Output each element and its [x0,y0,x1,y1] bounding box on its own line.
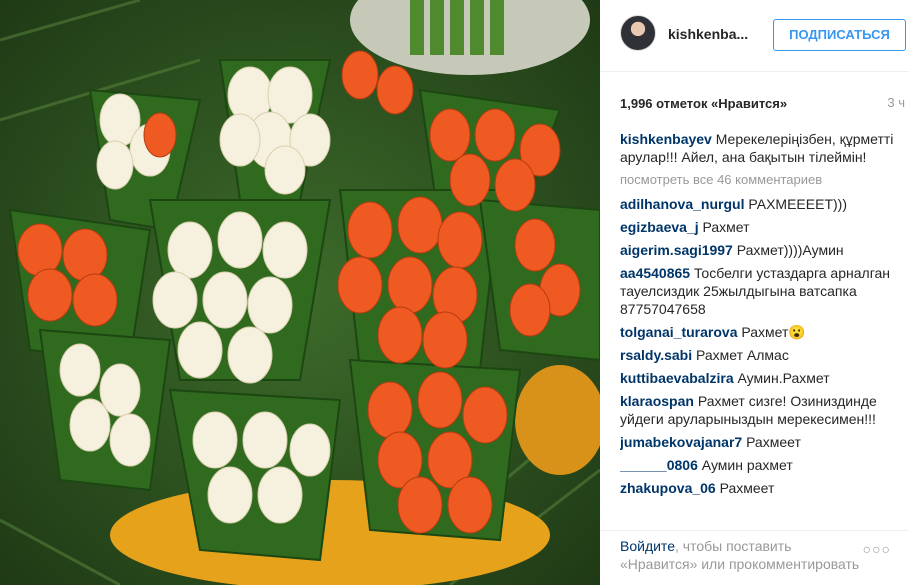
comment-user[interactable]: jumabekovajanar7 [620,434,742,450]
post-photo[interactable] [0,0,600,585]
follow-button[interactable]: ПОДПИСАТЬСЯ [773,19,906,51]
login-link[interactable]: Войдите [620,538,675,554]
post-time[interactable]: 3 ч [887,95,905,110]
comment-text: Рахмет))))Аумин [736,242,844,258]
login-prompt: Войдите, чтобы поставить «Нравится» или … [600,530,909,585]
comment-text: Рахмет Алмас [696,347,789,363]
comment-user[interactable]: ______0806 [620,457,698,473]
comment-text: Аумин.Рахмет [737,370,830,386]
comment-item: aa4540865 Тосбелги устаздарга арналган т… [620,264,906,318]
comments-list: kishkenbayev Мерекелеріңізбен, құрметті … [620,130,906,530]
post-header: kishkenba... ПОДПИСАТЬСЯ [600,0,909,72]
comment-user[interactable]: klaraospan [620,393,694,409]
caption: kishkenbayev Мерекелеріңізбен, құрметті … [620,130,906,166]
comment-item: rsaldy.sabi Рахмет Алмас [620,346,906,364]
avatar[interactable] [620,15,656,51]
comment-text: Аумин рахмет [701,457,793,473]
comment-user[interactable]: zhakupova_06 [620,480,716,496]
comment-user[interactable]: egizbaeva_j [620,219,699,235]
comment-item: kuttibaevabalzira Аумин.Рахмет [620,369,906,387]
comment-item: egizbaeva_j Рахмет [620,218,906,236]
post-sidebar: kishkenba... ПОДПИСАТЬСЯ 1,996 отметок «… [600,0,909,585]
comment-text: РАХМЕЕЕЕТ))) [748,196,847,212]
comment-text: Рахмеет [719,480,775,496]
comment-text: Рахмет [702,219,750,235]
caption-user[interactable]: kishkenbayev [620,131,712,147]
comment-text: Рахмет😮 [741,324,806,340]
comment-item: aigerim.sagi1997 Рахмет))))Аумин [620,241,906,259]
comment-item: tolganai_turarova Рахмет😮 [620,323,906,341]
comment-user[interactable]: aigerim.sagi1997 [620,242,733,258]
username-link[interactable]: kishkenba... [668,26,748,42]
comment-item: ______0806 Аумин рахмет [620,456,906,474]
comment-user[interactable]: aa4540865 [620,265,690,281]
comment-item: adilhanova_nurgul РАХМЕЕЕЕТ))) [620,195,906,213]
view-all-comments-link[interactable]: посмотреть все 46 комментариев [620,171,906,189]
comment-user[interactable]: tolganai_turarova [620,324,737,340]
comment-item: klaraospan Рахмет сизге! Озиниздинде уйд… [620,392,906,428]
likes-row: 1,996 отметок «Нравится» 3 ч [620,95,905,113]
more-options-icon[interactable]: ○○○ [863,541,891,557]
comment-item: jumabekovajanar7 Рахмеет [620,433,906,451]
bouquet-image [0,0,600,585]
comment-text: Рахмеет [746,434,801,450]
comment-user[interactable]: rsaldy.sabi [620,347,692,363]
comment-item: zhakupova_06 Рахмеет [620,479,906,497]
login-prompt-text: Войдите, чтобы поставить «Нравится» или … [620,537,860,573]
comment-user[interactable]: adilhanova_nurgul [620,196,744,212]
likes-count[interactable]: 1,996 отметок «Нравится» [620,96,787,111]
comment-user[interactable]: kuttibaevabalzira [620,370,734,386]
